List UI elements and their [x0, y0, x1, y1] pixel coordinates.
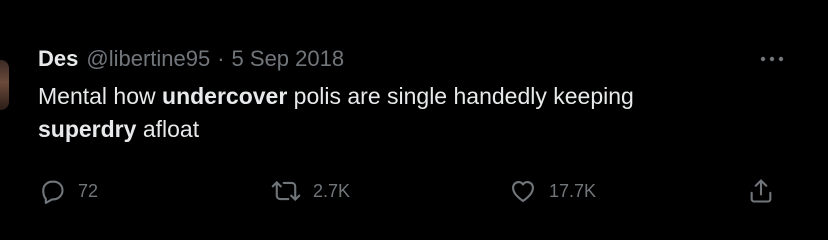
heart-icon	[512, 180, 534, 202]
tweet-text-bold: undercover	[162, 83, 288, 109]
share-button[interactable]	[747, 174, 775, 208]
like-button[interactable]: 17.7K	[509, 174, 596, 208]
reply-button[interactable]: 72	[38, 174, 98, 208]
like-count: 17.7K	[549, 180, 597, 201]
tweet-text-segment: afloat	[136, 116, 200, 142]
avatar[interactable]	[0, 60, 9, 110]
action-bar: 72 2.7K 17.7K	[38, 174, 790, 208]
retweet-count: 2.7K	[313, 180, 351, 201]
reply-count: 72	[78, 180, 99, 201]
tweet: Des @libertine95 · 5 Sep 2018 Mental how…	[38, 44, 788, 146]
retweet-icon	[271, 181, 301, 201]
share-icon	[750, 179, 772, 203]
tweet-text: Mental how undercover polis are single h…	[38, 80, 788, 146]
tweet-date[interactable]: 5 Sep 2018	[232, 44, 345, 74]
more-icon	[760, 56, 784, 62]
separator-dot: ·	[217, 46, 225, 71]
more-options-button[interactable]	[756, 44, 788, 74]
tweet-header: Des @libertine95 · 5 Sep 2018	[38, 44, 788, 74]
tweet-text-bold: superdry	[38, 116, 137, 142]
tweet-text-segment: polis are single handedly keeping	[287, 83, 634, 109]
retweet-button[interactable]: 2.7K	[271, 174, 350, 208]
author-handle[interactable]: @libertine95	[86, 44, 210, 74]
author-name[interactable]: Des	[38, 44, 78, 74]
reply-icon	[42, 180, 64, 204]
tweet-text-segment: Mental how	[38, 83, 163, 109]
